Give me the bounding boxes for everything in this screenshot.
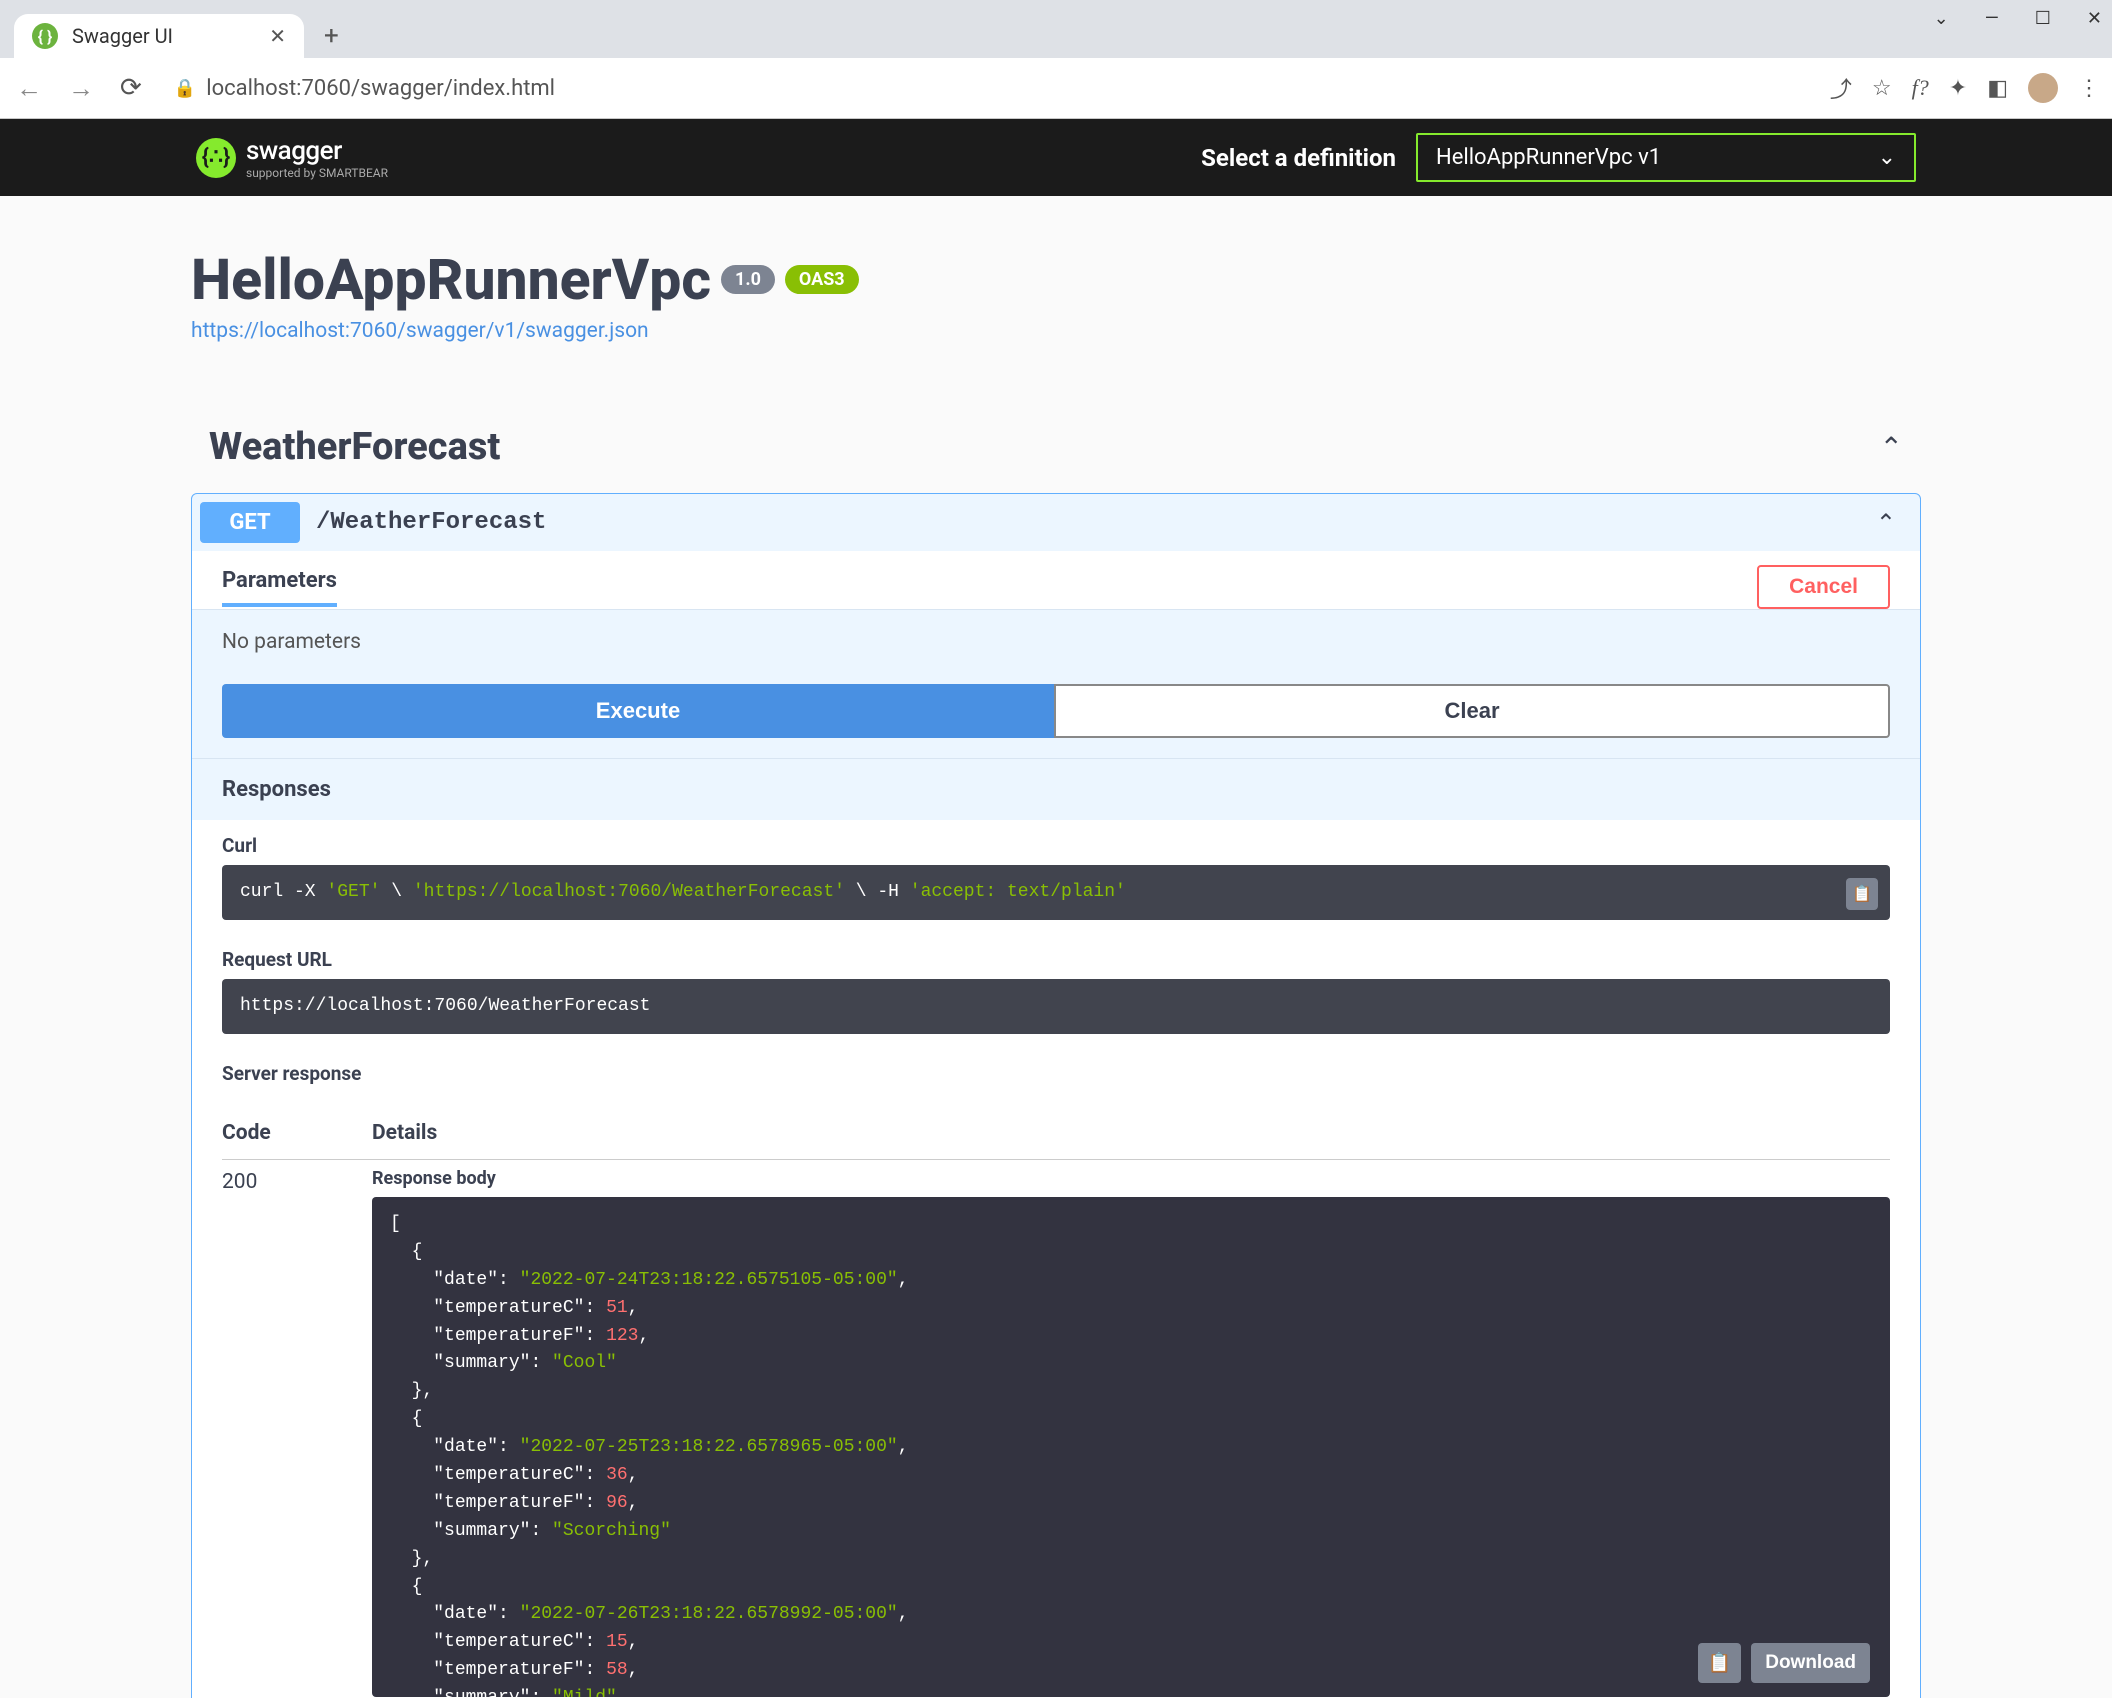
tab-title: Swagger UI xyxy=(72,24,255,48)
chevron-up-icon: ⌃ xyxy=(1876,509,1896,537)
window-controls: ⌄ — ☐ ✕ xyxy=(1934,8,2102,29)
response-code: 200 xyxy=(222,1160,292,1194)
minimize-icon[interactable]: — xyxy=(1985,8,1999,29)
maximize-icon[interactable]: ☐ xyxy=(2035,8,2051,29)
main-content: HelloAppRunnerVpc 1.0 OAS3 https://local… xyxy=(161,196,1951,1698)
parameters-tab[interactable]: Parameters xyxy=(222,568,337,607)
request-url-label: Request URL xyxy=(222,948,1890,971)
swagger-topbar: {∴} swagger supported by SMARTBEAR Selec… xyxy=(0,119,2112,196)
curl-code: curl -X 'GET' \ 'https://localhost:7060/… xyxy=(222,865,1890,920)
sidepanel-icon[interactable]: ◧ xyxy=(1987,76,2008,101)
forward-button[interactable]: → xyxy=(64,73,98,104)
response-table-header: Code Details xyxy=(192,1107,1920,1159)
responses-header: Responses xyxy=(192,758,1920,820)
toolbar-right: ⤴ ☆ f? ✦ ◧ ⋮ xyxy=(1830,72,2100,104)
version-badge: 1.0 xyxy=(721,265,775,294)
tag-header[interactable]: WeatherForecast ⌃ xyxy=(191,413,1921,481)
chevron-down-icon[interactable]: ⌄ xyxy=(1934,8,1949,29)
details-column-header: Details xyxy=(372,1121,437,1145)
definition-select-value: HelloAppRunnerVpc v1 xyxy=(1436,145,1661,170)
no-parameters-text: No parameters xyxy=(222,630,1890,654)
profile-avatar[interactable] xyxy=(2028,73,2058,103)
back-button[interactable]: ← xyxy=(12,73,46,104)
url-text: localhost:7060/swagger/index.html xyxy=(206,76,555,101)
swagger-favicon: { } xyxy=(32,23,58,49)
copy-response-button[interactable]: 📋 xyxy=(1698,1643,1742,1683)
menu-icon[interactable]: ⋮ xyxy=(2078,76,2100,101)
tag-name: WeatherForecast xyxy=(209,425,500,469)
tag-section: WeatherForecast ⌃ GET /WeatherForecast ⌃… xyxy=(191,413,1921,1698)
chevron-up-icon: ⌃ xyxy=(1880,431,1903,464)
request-url-box: https://localhost:7060/WeatherForecast xyxy=(222,979,1890,1034)
code-column-header: Code xyxy=(222,1121,292,1145)
extensions-icon[interactable]: ✦ xyxy=(1949,76,1967,101)
cancel-button[interactable]: Cancel xyxy=(1757,565,1890,609)
copy-curl-button[interactable]: 📋 xyxy=(1846,878,1878,910)
address-bar: ← → ⟳ 🔒 localhost:7060/swagger/index.htm… xyxy=(0,58,2112,118)
new-tab-button[interactable]: + xyxy=(324,21,339,51)
response-body-box[interactable]: [ { "date": "2022-07-24T23:18:22.6575105… xyxy=(372,1197,1890,1697)
share-icon[interactable]: ⤴ xyxy=(1830,72,1852,104)
logo-subtitle: supported by SMARTBEAR xyxy=(246,166,388,180)
lock-icon: 🔒 xyxy=(174,78,196,99)
method-badge: GET xyxy=(200,502,300,543)
chevron-down-icon: ⌄ xyxy=(1878,145,1896,170)
swagger-logo-icon: {∴} xyxy=(196,138,236,178)
clear-button[interactable]: Clear xyxy=(1054,684,1890,738)
curl-label: Curl xyxy=(222,834,1890,857)
operation-block: GET /WeatherForecast ⌃ Parameters Cancel… xyxy=(191,493,1921,1698)
address-input[interactable]: 🔒 localhost:7060/swagger/index.html xyxy=(164,76,1812,101)
reload-button[interactable]: ⟳ xyxy=(116,73,146,103)
close-icon[interactable]: ✕ xyxy=(2087,8,2102,29)
api-title: HelloAppRunnerVpc xyxy=(191,246,711,313)
definition-select-label: Select a definition xyxy=(1201,144,1396,172)
server-response-label: Server response xyxy=(222,1062,1890,1085)
api-title-row: HelloAppRunnerVpc 1.0 OAS3 xyxy=(191,246,1921,313)
browser-chrome: { } Swagger UI ✕ + ⌄ — ☐ ✕ ← → ⟳ 🔒 local… xyxy=(0,0,2112,119)
tab-close-icon[interactable]: ✕ xyxy=(269,24,286,48)
definition-select[interactable]: HelloAppRunnerVpc v1 ⌄ xyxy=(1416,133,1916,182)
download-button[interactable]: Download xyxy=(1751,1643,1870,1683)
operation-body: Parameters Cancel No parameters Execute … xyxy=(192,551,1920,1698)
operation-summary[interactable]: GET /WeatherForecast ⌃ xyxy=(192,494,1920,551)
response-row: 200 Response body [ { "date": "2022-07-2… xyxy=(192,1160,1920,1698)
operation-path: /WeatherForecast xyxy=(316,509,1876,536)
browser-tab[interactable]: { } Swagger UI ✕ xyxy=(14,14,304,58)
swagger-logo[interactable]: {∴} swagger supported by SMARTBEAR xyxy=(196,136,388,180)
api-json-link[interactable]: https://localhost:7060/swagger/v1/swagge… xyxy=(191,319,649,343)
logo-title: swagger xyxy=(246,136,388,166)
response-body-label: Response body xyxy=(372,1168,1890,1189)
oas-badge: OAS3 xyxy=(785,265,859,294)
tab-bar: { } Swagger UI ✕ + ⌄ — ☐ ✕ xyxy=(0,0,2112,58)
font-icon[interactable]: f? xyxy=(1912,75,1929,101)
execute-button[interactable]: Execute xyxy=(222,684,1054,738)
bookmark-icon[interactable]: ☆ xyxy=(1872,76,1892,101)
